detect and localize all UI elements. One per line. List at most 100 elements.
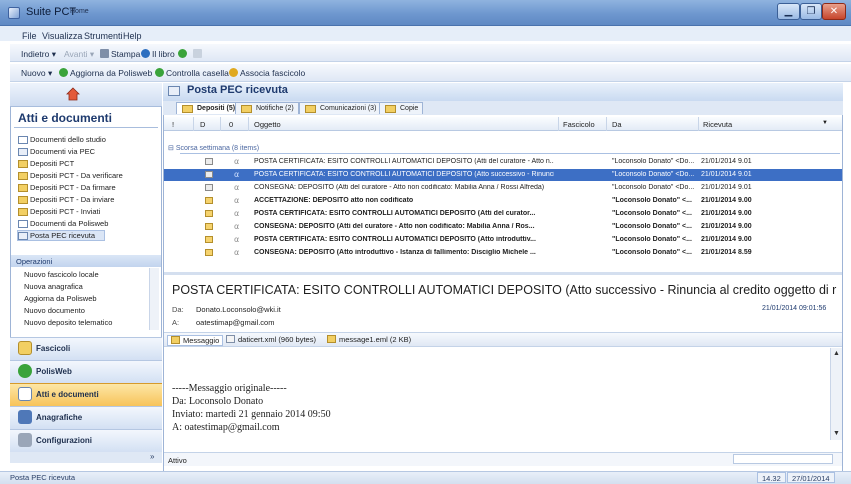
row-from: "Loconsolo Donato" <... [612,236,692,243]
column-doc[interactable]: D [200,120,205,129]
minimize-button[interactable]: ▁ [777,3,800,20]
folder-icon [241,105,252,113]
nav-polisweb[interactable] [10,360,162,383]
row-subject: CONSEGNA: DEPOSITO (Atti del curatore - … [254,223,535,230]
row-received: 21/01/2014 9.00 [701,210,752,217]
op-new-telematic-deposit[interactable]: Nuovo deposito telematico [24,318,112,327]
page-title: Posta PEC ricevuta [187,84,288,96]
scroll-down-icon[interactable]: ▼ [833,430,840,437]
row-received: 21/01/2014 9.01 [701,158,752,165]
tree-item-sent[interactable]: Depositi PCT - Inviati [30,207,100,216]
help-button[interactable] [178,49,189,59]
table-row[interactable]: ⍺ CONSEGNA: DEPOSITO (Atto introduttivo … [164,247,842,259]
folder-icon [385,105,396,113]
close-button[interactable]: ✕ [822,3,846,20]
nav-registry[interactable] [10,406,162,429]
folder-icon [18,184,28,192]
menu-help[interactable]: Help [123,31,142,41]
tree-item-polisweb-docs[interactable]: Documenti da Polisweb [30,219,108,228]
table-row[interactable]: ⍺ POSTA CERTIFICATA: ESITO CONTROLLI AUT… [164,208,842,220]
tab-notifications[interactable]: Notifiche (2) [235,102,299,114]
tab-communications[interactable]: Comunicazioni (3) [299,102,382,114]
status-text: Posta PEC ricevuta [10,473,76,482]
tab-copies[interactable]: Copie [379,102,424,114]
tree-item-to-send[interactable]: Depositi PCT - Da inviare [30,195,114,204]
attachment-message[interactable]: Messaggio [167,335,224,346]
tree-item-studio-docs[interactable]: Documenti dello studio [30,135,106,144]
folder-icon [18,208,28,216]
folder-icon [182,105,193,113]
op-new-registry[interactable]: Nuova anagrafica [24,282,83,291]
column-attachment[interactable]: 0 [229,120,233,129]
attachment-message-eml[interactable]: message1.eml (2 KB) [327,335,411,344]
column-from[interactable]: Da [612,120,622,129]
check-mailbox-button[interactable]: Controlla casella [155,68,229,78]
associate-dossier-button[interactable]: Associa fascicolo [229,68,305,78]
table-row[interactable]: ⍺ CONSEGNA: DEPOSITO (Atti del curatore … [164,182,842,194]
nav-registry-label: Anagrafiche [36,413,83,422]
tree-item-pec-docs[interactable]: Documenti via PEC [30,147,95,156]
tree-item-to-verify[interactable]: Depositi PCT - Da verificare [30,171,123,180]
envelope-icon [18,148,28,156]
scroll-up-icon[interactable]: ▲ [833,350,840,357]
paperclip-icon: ⍺ [234,235,240,244]
tree-item-pec-received[interactable]: Posta PEC ricevuta [30,231,95,240]
envelope-open-icon [205,171,213,178]
home-button[interactable] [10,83,162,107]
operations-scrollbar[interactable] [149,268,159,330]
options-button[interactable] [193,49,204,59]
print-button[interactable]: Stampa [100,49,140,59]
row-received: 21/01/2014 9.00 [701,223,752,230]
row-received: 21/01/2014 9.00 [701,236,752,243]
pane-splitter[interactable] [164,272,842,275]
back-button[interactable]: Indietro ▾ [21,49,56,60]
new-button[interactable]: Nuovo ▾ [21,68,52,79]
group-header[interactable]: ⊟ Scorsa settimana (8 items) [168,144,259,152]
xml-file-icon [226,335,235,343]
maximize-button[interactable]: ❐ [800,3,822,20]
message-icon [171,336,180,344]
email-file-icon [327,335,336,343]
column-separator [248,117,249,131]
nav-configurations-label: Configurazioni [36,436,92,445]
table-row[interactable]: ⍺ POSTA CERTIFICATA: ESITO CONTROLLI AUT… [164,156,842,168]
table-row[interactable]: ⍺ ACCETTAZIONE: DEPOSITO atto non codifi… [164,195,842,207]
nav-dossiers[interactable] [10,337,162,360]
tree-item-pct-deposits[interactable]: Depositi PCT [30,159,74,168]
table-row[interactable]: ⍺ POSTA CERTIFICATA: ESITO CONTROLLI AUT… [164,234,842,246]
forward-button[interactable]: Avanti ▾ [64,49,94,60]
associate-icon [229,68,238,77]
folder-icon [18,341,32,355]
search-input[interactable] [733,454,833,464]
op-new-local-dossier[interactable]: Nuovo fascicolo locale [24,270,99,279]
body-scrollbar[interactable] [830,348,842,440]
table-row[interactable]: ⍺ CONSEGNA: DEPOSITO (Atti del curatore … [164,221,842,233]
menu-file[interactable]: File [22,31,37,41]
body-line: Da: Loconsolo Donato [172,396,264,407]
attachment-daticert[interactable]: daticert.xml (960 bytes) [226,335,316,344]
sort-desc-icon[interactable]: ▼ [822,120,828,126]
mailbox-icon [155,68,164,77]
status-field-label: Attivo [168,456,187,465]
op-update-polisweb[interactable]: Aggiorna da Polisweb [24,294,97,303]
op-new-document[interactable]: Nuovo documento [24,306,85,315]
paperclip-icon: ⍺ [234,248,240,257]
tree-item-to-sign[interactable]: Depositi PCT - Da firmare [30,183,116,192]
preview-from: Donato.Loconsolo@wki.it [196,305,281,314]
chevron-right-icon[interactable]: » [150,452,154,461]
column-received[interactable]: Ricevuta [703,120,732,129]
paperclip-icon: ⍺ [234,157,240,166]
column-subject[interactable]: Oggetto [254,120,281,129]
menu-tools[interactable]: Strumenti [84,31,123,41]
update-polisweb-button[interactable]: Aggiorna da Polisweb [59,68,152,78]
body-line: Inviato: martedì 21 gennaio 2014 09:50 [172,409,331,420]
column-separator [558,117,559,131]
collapse-icon[interactable]: ⊟ [168,145,174,152]
tab-deposits[interactable]: Depositi (5) [176,102,241,114]
book-button[interactable]: Il libro [141,49,175,59]
column-dossier[interactable]: Fascicolo [563,120,595,129]
row-from: "Loconsolo Donato" <... [612,197,692,204]
column-flag[interactable]: ! [172,120,174,129]
menu-view[interactable]: Visualizza [42,31,82,41]
table-row-selected[interactable]: ⍺ POSTA CERTIFICATA: ESITO CONTROLLI AUT… [164,169,842,181]
